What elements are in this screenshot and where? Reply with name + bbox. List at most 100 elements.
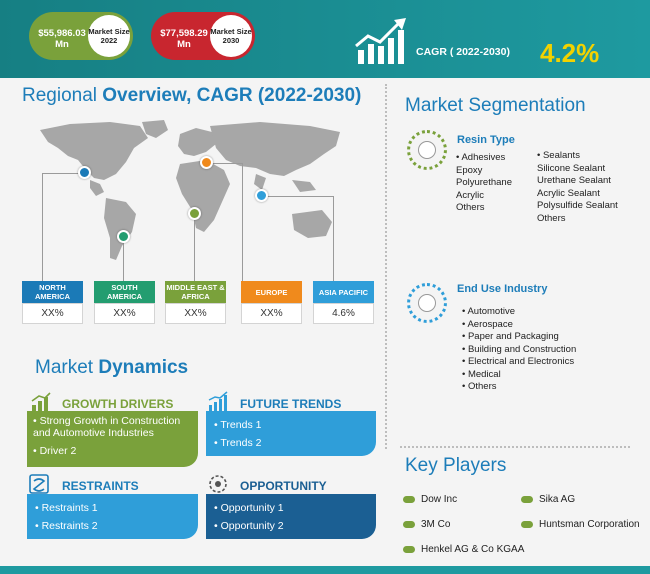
market-size-2022-value: $55,986.03 Mn (38, 28, 86, 50)
resin-item: Acrylic Sealant (537, 187, 600, 199)
restraint-item: Restraints 2 (35, 520, 190, 532)
leader-line-eu-v (242, 163, 243, 281)
key-player: Huntsman Corporation (521, 519, 640, 530)
future-trends-title: FUTURE TRENDS (240, 397, 342, 411)
resin-item: Others (537, 212, 566, 224)
leader-line-mea (194, 220, 195, 281)
bullet-icon (521, 520, 533, 528)
leader-line-eu-h2 (212, 163, 242, 164)
future-trends-box: Trends 1 Trends 2 (206, 411, 376, 456)
region-value: XX% (241, 303, 302, 324)
growth-chart-icon (355, 18, 406, 64)
resin-item: Silicone Sealant (537, 162, 606, 174)
market-size-2030-label: Market Size 2030 (210, 15, 252, 57)
key-player-name: Huntsman Corporation (539, 519, 640, 530)
regional-title-part1: Regional (22, 85, 103, 106)
dynamics-title-part1: Market (35, 357, 99, 378)
market-size-2022-pill: $55,986.03 Mn Market Size 2022 (29, 12, 133, 60)
map-marker-north-america (78, 166, 91, 179)
leader-line-sa (123, 243, 124, 281)
cagr-box: CAGR ( 2022-2030) 4.2% (340, 12, 650, 68)
growth-drivers-box: Strong Growth in Construction and Automo… (27, 411, 198, 467)
key-player-name: 3M Co (421, 519, 451, 530)
region-value: XX% (165, 303, 226, 324)
key-player-name: Henkel AG & Co KGAA (421, 544, 525, 555)
restraints-title: RESTRAINTS (62, 479, 139, 493)
end-use-item: Paper and Packaging (462, 331, 576, 344)
end-use-item: Electrical and Electronics (462, 356, 576, 369)
market-dynamics-title: Market Dynamics (35, 357, 188, 379)
region-name: NORTH AMERICA (22, 281, 83, 303)
leader-line-ap-v (333, 196, 334, 281)
end-use-title: End Use Industry (457, 283, 548, 295)
end-use-icon (407, 283, 447, 323)
key-player: Dow Inc (403, 494, 457, 505)
resin-item: Epoxy (456, 164, 483, 176)
future-trend-item: Trends 1 (214, 419, 368, 431)
region-name: SOUTH AMERICA (94, 281, 155, 303)
region-name: EUROPE (241, 281, 302, 303)
dynamics-title-part2: Dynamics (98, 357, 189, 378)
restraints-box: Restraints 1 Restraints 2 (27, 494, 198, 539)
map-marker-south-america (117, 230, 130, 243)
regional-overview-title: Regional Overview, CAGR (2022-2030) (22, 85, 361, 107)
resin-item: Others (456, 202, 485, 213)
horizontal-divider (400, 446, 630, 448)
resin-item: Adhesives (456, 152, 512, 165)
bullet-icon (403, 545, 415, 553)
growth-drivers-icon (31, 392, 51, 411)
region-card-north-america: NORTH AMERICA XX% (22, 281, 83, 324)
growth-driver-item: Strong Growth in Construction and Automo… (33, 415, 192, 439)
growth-drivers-title: GROWTH DRIVERS (62, 397, 174, 411)
growth-driver-item: Driver 2 (33, 445, 192, 457)
market-size-2030-value: $77,598.29 Mn (160, 28, 208, 50)
market-size-2022-label: Market Size 2022 (88, 15, 130, 57)
map-marker-asia-pacific (255, 189, 268, 202)
map-marker-europe (200, 156, 213, 169)
leader-line-na-v (42, 173, 43, 281)
leader-line-na-h (42, 173, 82, 174)
end-use-item: Aerospace (462, 319, 576, 332)
opportunity-title: OPPORTUNITY (240, 479, 327, 493)
resin-item: Polysulfide Sealant (537, 200, 618, 211)
key-player: Sika AG (521, 494, 575, 505)
future-trends-icon (208, 391, 228, 411)
region-card-europe: EUROPE XX% (241, 281, 302, 324)
region-card-south-america: SOUTH AMERICA XX% (94, 281, 155, 324)
resin-type-list-1: Adhesives Epoxy Polyurethane Acrylic Oth… (456, 152, 512, 215)
region-name: ASIA PACIFIC (313, 281, 374, 303)
region-value: XX% (22, 303, 83, 324)
resin-item: Sealants (537, 150, 618, 163)
key-player: Henkel AG & Co KGAA (403, 544, 524, 555)
resin-item: Urethane Sealant (537, 175, 611, 186)
resin-type-icon (407, 130, 447, 170)
end-use-item: Medical (462, 369, 576, 382)
end-use-item: Building and Construction (462, 344, 576, 357)
end-use-list: Automotive Aerospace Paper and Packaging… (462, 306, 576, 394)
map-marker-middle-east-africa (188, 207, 201, 220)
key-player: 3M Co (403, 519, 450, 530)
regional-title-part2: Overview, CAGR (2022-2030) (102, 85, 362, 106)
resin-type-title: Resin Type (457, 134, 515, 146)
bullet-icon (403, 495, 415, 503)
region-card-asia-pacific: ASIA PACIFIC 4.6% (313, 281, 374, 324)
end-use-item: Others (462, 381, 576, 394)
resin-type-list-2: Sealants Silicone Sealant Urethane Seala… (537, 150, 618, 225)
opportunity-box: Opportunity 1 Opportunity 2 (206, 494, 376, 539)
future-trend-item: Trends 2 (214, 437, 368, 449)
cagr-label: CAGR ( 2022-2030) (416, 46, 510, 58)
vertical-divider (385, 84, 387, 449)
region-value: XX% (94, 303, 155, 324)
market-size-2030-pill: $77,598.29 Mn Market Size 2030 (151, 12, 255, 60)
header-banner: $55,986.03 Mn Market Size 2022 $77,598.2… (0, 0, 650, 78)
resin-item: Polyurethane (456, 177, 512, 188)
opportunity-item: Opportunity 2 (214, 520, 368, 532)
region-name: MIDDLE EAST & AFRICA (165, 281, 226, 303)
opportunity-icon (209, 475, 227, 493)
key-player-name: Dow Inc (421, 494, 458, 505)
world-map (40, 120, 340, 260)
bottom-rule (0, 566, 650, 574)
restraints-icon (29, 474, 49, 494)
restraint-item: Restraints 1 (35, 502, 190, 514)
market-segmentation-title: Market Segmentation (405, 95, 586, 116)
